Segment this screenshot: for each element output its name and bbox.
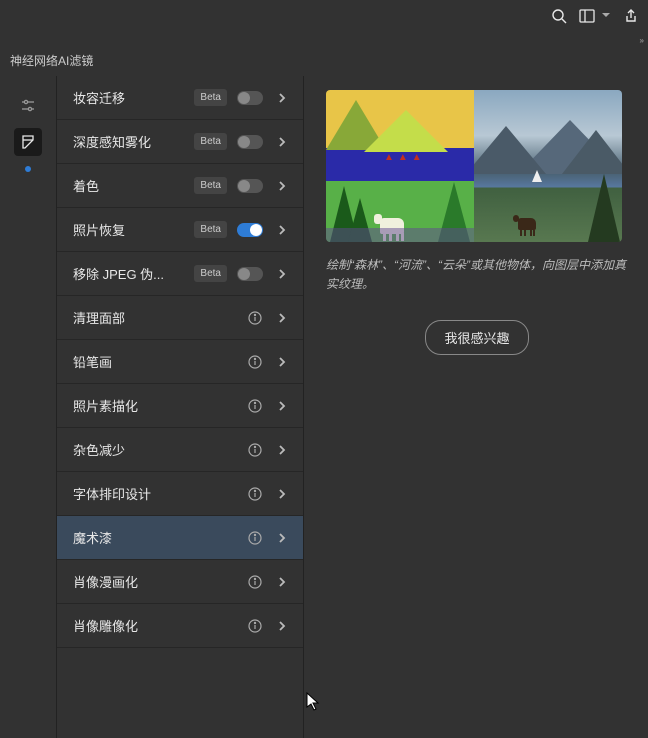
- chevron-right-icon: [275, 399, 289, 413]
- panel-layout-icon[interactable]: [578, 7, 596, 25]
- detail-pane: ▲▲▲ 绘制“森林”、“河流”、“云朵”或其他物体，向图层中添加真实纹理。 我很…: [304, 76, 648, 738]
- filter-item[interactable]: 清理面部: [57, 296, 303, 340]
- filter-label: 妆容迁移: [73, 88, 194, 107]
- filter-list: 妆容迁移Beta深度感知雾化Beta着色Beta照片恢复Beta移除 JPEG …: [56, 76, 304, 738]
- info-icon[interactable]: [247, 442, 263, 458]
- info-icon[interactable]: [247, 354, 263, 370]
- info-icon[interactable]: [247, 398, 263, 414]
- beta-badge: Beta: [194, 265, 227, 282]
- filter-item[interactable]: 着色Beta: [57, 164, 303, 208]
- info-icon[interactable]: [247, 574, 263, 590]
- preview-photo: [474, 90, 622, 242]
- chevron-right-icon: [275, 135, 289, 149]
- filter-label: 魔术漆: [73, 528, 247, 547]
- filter-item[interactable]: 肖像漫画化: [57, 560, 303, 604]
- info-icon[interactable]: [247, 486, 263, 502]
- filter-item[interactable]: 肖像雕像化: [57, 604, 303, 648]
- filter-item[interactable]: 铅笔画: [57, 340, 303, 384]
- chevron-right-icon: [275, 91, 289, 105]
- filter-toggle[interactable]: [237, 179, 263, 193]
- chevron-right-icon: [275, 443, 289, 457]
- filter-description: 绘制“森林”、“河流”、“云朵”或其他物体，向图层中添加真实纹理。: [326, 256, 628, 294]
- filter-item[interactable]: 照片素描化: [57, 384, 303, 428]
- beta-badge: Beta: [194, 133, 227, 150]
- filter-label: 照片恢复: [73, 220, 194, 239]
- chevron-right-icon: [275, 223, 289, 237]
- filter-toggle[interactable]: [237, 223, 263, 237]
- filter-label: 深度感知雾化: [73, 132, 194, 151]
- preview-stylized: ▲▲▲: [326, 90, 474, 242]
- filter-label: 照片素描化: [73, 396, 247, 415]
- collapse-panel-icon[interactable]: »: [640, 36, 642, 45]
- info-icon[interactable]: [247, 530, 263, 546]
- search-icon[interactable]: [550, 7, 568, 25]
- filter-item[interactable]: 移除 JPEG 伪...Beta: [57, 252, 303, 296]
- filter-toggle[interactable]: [237, 135, 263, 149]
- filter-item[interactable]: 杂色减少: [57, 428, 303, 472]
- info-icon[interactable]: [247, 310, 263, 326]
- preview-image: ▲▲▲: [326, 90, 622, 242]
- indicator-dot: [25, 166, 31, 172]
- chevron-right-icon: [275, 487, 289, 501]
- beta-badge: Beta: [194, 89, 227, 106]
- chevron-right-icon: [275, 531, 289, 545]
- filter-label: 移除 JPEG 伪...: [73, 264, 194, 283]
- sidebar: [0, 76, 56, 738]
- filter-item[interactable]: 深度感知雾化Beta: [57, 120, 303, 164]
- filter-label: 杂色减少: [73, 440, 247, 459]
- main-area: 妆容迁移Beta深度感知雾化Beta着色Beta照片恢复Beta移除 JPEG …: [0, 76, 648, 738]
- sidebar-tab-adjustments[interactable]: [14, 92, 42, 120]
- filter-label: 清理面部: [73, 308, 247, 327]
- sidebar-tab-filters[interactable]: [14, 128, 42, 156]
- top-toolbar: [0, 0, 648, 32]
- filter-toggle[interactable]: [237, 267, 263, 281]
- filter-item[interactable]: 魔术漆: [57, 516, 303, 560]
- share-icon[interactable]: [622, 7, 640, 25]
- info-icon[interactable]: [247, 618, 263, 634]
- beta-badge: Beta: [194, 177, 227, 194]
- filter-label: 铅笔画: [73, 352, 247, 371]
- chevron-right-icon: [275, 355, 289, 369]
- panel-title: 神经网络AI滤镜: [10, 52, 93, 69]
- chevron-right-icon: [275, 267, 289, 281]
- filter-label: 着色: [73, 176, 194, 195]
- filter-label: 字体排印设计: [73, 484, 247, 503]
- chevron-right-icon: [275, 575, 289, 589]
- filter-item[interactable]: 妆容迁移Beta: [57, 76, 303, 120]
- chevron-down-icon[interactable]: [602, 11, 612, 21]
- beta-badge: Beta: [194, 221, 227, 238]
- interest-button[interactable]: 我很感兴趣: [425, 320, 528, 355]
- filter-label: 肖像雕像化: [73, 616, 247, 635]
- filter-toggle[interactable]: [237, 91, 263, 105]
- filter-item[interactable]: 照片恢复Beta: [57, 208, 303, 252]
- filter-item[interactable]: 字体排印设计: [57, 472, 303, 516]
- chevron-right-icon: [275, 619, 289, 633]
- chevron-right-icon: [275, 179, 289, 193]
- chevron-right-icon: [275, 311, 289, 325]
- filter-label: 肖像漫画化: [73, 572, 247, 591]
